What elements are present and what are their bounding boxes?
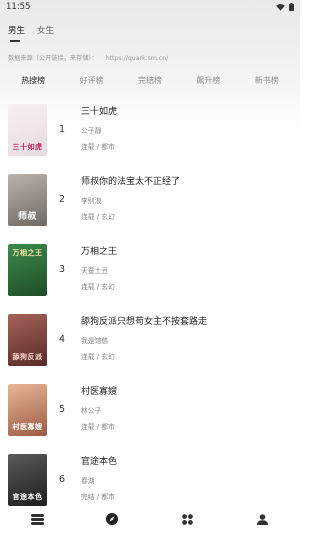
- rank-number: 1: [59, 124, 66, 135]
- book-title[interactable]: 师叔你的法宝太不正经了: [81, 174, 180, 187]
- book-cover[interactable]: 村医寡嫂: [8, 384, 47, 436]
- wifi-icon: [276, 3, 285, 11]
- book-meta: 连载 / 都市: [81, 423, 115, 431]
- user-icon: [257, 513, 269, 525]
- cover-title: 村医寡嫂: [12, 423, 43, 431]
- tab-hot-search[interactable]: 热搜榜: [9, 75, 57, 89]
- tab-top-rated[interactable]: 好评榜: [68, 75, 116, 89]
- cover-title: 三十如虎: [12, 143, 43, 151]
- cover-title: 官途本色: [12, 493, 43, 501]
- tab-new-books[interactable]: 新书榜: [243, 75, 291, 89]
- nav-bookshelf[interactable]: [29, 511, 45, 527]
- rank-number: 3: [59, 264, 66, 275]
- book-title[interactable]: 万相之王: [81, 244, 117, 257]
- status-bar: 11:55: [0, 0, 300, 14]
- book-title[interactable]: 舔狗反派只想苟女主不按套路走: [81, 314, 207, 327]
- battery-icon: [289, 3, 294, 11]
- status-icons: [276, 3, 294, 11]
- book-author: 春湖: [81, 477, 95, 485]
- data-source-label: 数据来源（公开链接，来存储）：: [8, 55, 98, 62]
- rank-tabs: 热搜榜 好评榜 完结榜 飙升榜 新书榜: [0, 75, 300, 89]
- book-item[interactable]: 万相之王 3 万相之王 天蚕土豆 连载 / 玄幻: [0, 244, 300, 314]
- book-cover[interactable]: 官途本色: [8, 454, 47, 506]
- tab-completed[interactable]: 完结榜: [126, 75, 174, 89]
- book-title[interactable]: 三十如虎: [81, 104, 117, 117]
- gender-tabs: 男生 女生: [8, 24, 54, 42]
- book-author: 天蚕土豆: [81, 267, 109, 275]
- nav-discover[interactable]: [104, 511, 120, 527]
- book-item[interactable]: 师叔 2 师叔你的法宝太不正经了 李别浪 连载 / 玄幻: [0, 174, 300, 244]
- book-author: 李别浪: [81, 197, 102, 205]
- book-meta: 连载 / 玄幻: [81, 213, 115, 221]
- tab-female[interactable]: 女生: [37, 24, 54, 42]
- book-item[interactable]: 三十如虎 1 三十如虎 公子靜 连载 / 都市: [0, 104, 300, 174]
- rank-number: 6: [59, 474, 66, 485]
- book-title[interactable]: 官途本色: [81, 454, 117, 467]
- book-cover[interactable]: 万相之王: [8, 244, 47, 296]
- book-item[interactable]: 舔狗反派 4 舔狗反派只想苟女主不按套路走 我是馆慈 连载 / 玄幻: [0, 314, 300, 384]
- book-list: 三十如虎 1 三十如虎 公子靜 连载 / 都市 师叔 2 师叔你的法宝太不正经了…: [0, 104, 300, 524]
- status-time: 11:55: [6, 2, 31, 12]
- nav-categories[interactable]: [180, 511, 196, 527]
- book-author: 公子靜: [81, 127, 102, 135]
- book-meta: 连载 / 都市: [81, 143, 115, 151]
- book-cover[interactable]: 师叔: [8, 174, 47, 226]
- grid-icon: [182, 513, 193, 525]
- bottom-nav: [0, 508, 300, 533]
- book-meta: 连载 / 玄幻: [81, 353, 115, 361]
- tab-male[interactable]: 男生: [8, 24, 25, 42]
- cover-title: 师叔: [17, 212, 37, 222]
- book-cover[interactable]: 三十如虎: [8, 104, 47, 156]
- book-title[interactable]: 村医寡嫂: [81, 384, 117, 397]
- book-meta: 完结 / 都市: [81, 493, 115, 501]
- cover-title: 舔狗反派: [12, 353, 43, 361]
- nav-profile[interactable]: [255, 511, 271, 527]
- rank-number: 2: [59, 194, 66, 205]
- rank-number: 4: [59, 334, 66, 345]
- bookshelf-icon: [30, 513, 44, 525]
- rank-number: 5: [59, 404, 66, 415]
- tab-rising[interactable]: 飙升榜: [184, 75, 232, 89]
- data-source-url[interactable]: https://quark.sm.cn/: [106, 55, 169, 62]
- book-meta: 连载 / 玄幻: [81, 283, 115, 291]
- book-item[interactable]: 村医寡嫂 5 村医寡嫂 林公子 连载 / 都市: [0, 384, 300, 454]
- cover-title: 万相之王: [12, 249, 43, 257]
- book-author: 我是馆慈: [81, 337, 109, 345]
- data-source: 数据来源（公开链接，来存储）： https://quark.sm.cn/: [8, 53, 174, 62]
- compass-icon: [106, 513, 119, 525]
- book-author: 林公子: [81, 407, 102, 415]
- book-cover[interactable]: 舔狗反派: [8, 314, 47, 366]
